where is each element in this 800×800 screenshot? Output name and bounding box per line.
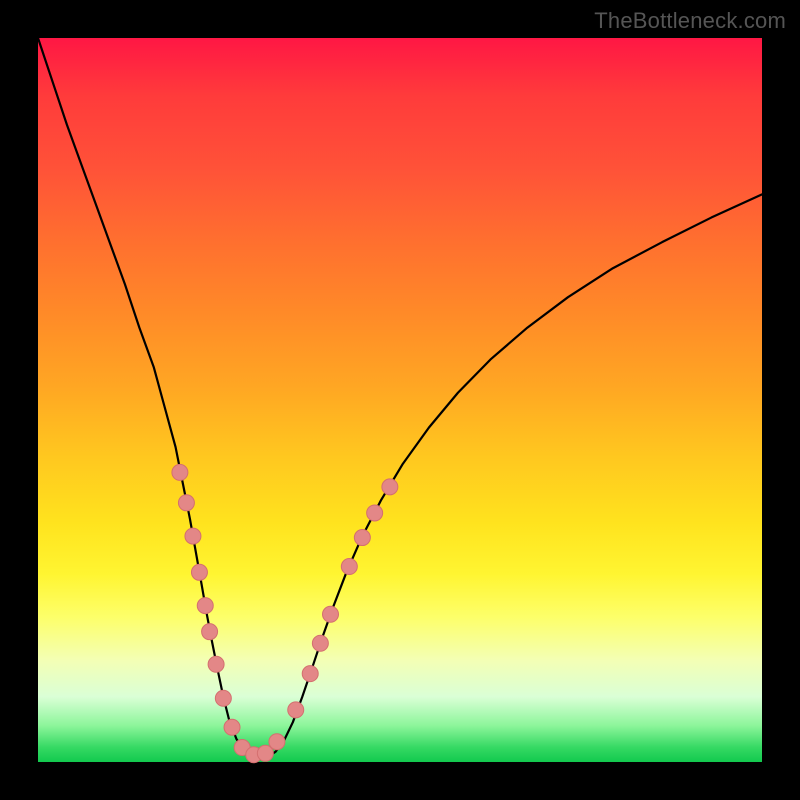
data-point	[354, 530, 370, 546]
data-point	[197, 598, 213, 614]
data-point	[178, 495, 194, 511]
data-point	[172, 464, 188, 480]
data-point	[288, 702, 304, 718]
data-point	[185, 528, 201, 544]
data-point	[215, 690, 231, 706]
data-point	[323, 606, 339, 622]
data-point	[224, 719, 240, 735]
data-point	[208, 656, 224, 672]
v-curve	[38, 38, 762, 758]
data-points	[172, 464, 398, 762]
plot-area	[38, 38, 762, 762]
data-point	[191, 564, 207, 580]
data-point	[312, 635, 328, 651]
watermark-text: TheBottleneck.com	[594, 8, 786, 34]
data-point	[382, 479, 398, 495]
chart-container: TheBottleneck.com	[0, 0, 800, 800]
chart-svg	[38, 38, 762, 762]
data-point	[341, 559, 357, 575]
data-point	[302, 666, 318, 682]
data-point	[202, 624, 218, 640]
data-point	[367, 505, 383, 521]
data-point	[269, 734, 285, 750]
